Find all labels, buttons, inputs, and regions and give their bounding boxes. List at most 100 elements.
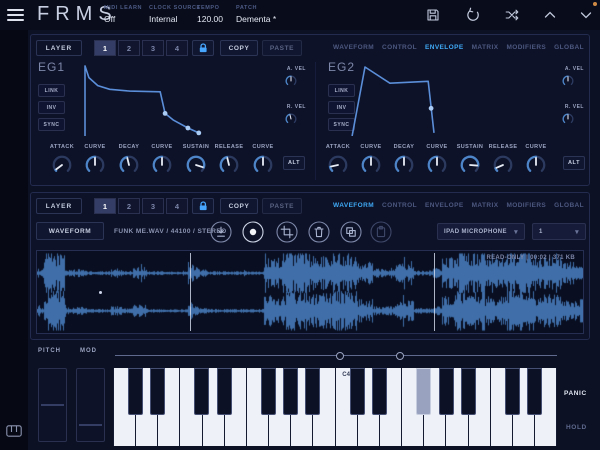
- layer-button-1[interactable]: 1: [94, 198, 116, 214]
- tab-matrix-2[interactable]: MATRIX: [472, 202, 499, 209]
- sustain-knob-eg2[interactable]: [458, 153, 482, 182]
- black-key-D#3[interactable]: [217, 368, 232, 415]
- release-knob-eg2[interactable]: [491, 153, 515, 182]
- link-toggle-eg1[interactable]: LINK: [38, 84, 65, 97]
- copy-button-2[interactable]: COPY: [220, 198, 258, 214]
- paste-button-1[interactable]: PASTE: [262, 40, 302, 56]
- black-key-G#3[interactable]: [283, 368, 298, 415]
- random-icon[interactable]: [504, 7, 520, 23]
- decay-knob-eg2[interactable]: [392, 153, 416, 182]
- layer-button-4[interactable]: 4: [166, 40, 188, 56]
- black-key-D#5[interactable]: [527, 368, 542, 415]
- layer-button-3[interactable]: 3: [142, 198, 164, 214]
- tempo-field[interactable]: TEMPO 120.00: [197, 5, 223, 24]
- lock-button-2[interactable]: [192, 198, 214, 214]
- layer-button-2[interactable]: 2: [118, 40, 140, 56]
- paste-icon[interactable]: [370, 221, 392, 243]
- eg1-envelope-graph[interactable]: [80, 63, 278, 136]
- waveform-marker-1[interactable]: [190, 253, 191, 331]
- black-key-A#4[interactable]: [461, 368, 476, 415]
- menu-icon[interactable]: [7, 9, 24, 21]
- inv-toggle-eg1[interactable]: INV: [38, 101, 65, 114]
- undo-icon[interactable]: [465, 7, 481, 23]
- tab-modifiers-1[interactable]: MODIFIERS: [506, 44, 546, 51]
- waveform-section-button[interactable]: WAVEFORM: [36, 222, 104, 240]
- decay-knob-eg1[interactable]: [117, 153, 141, 182]
- black-key-G#4[interactable]: [439, 368, 454, 415]
- lock-button-1[interactable]: [192, 40, 214, 56]
- layer-button-1[interactable]: 1: [94, 40, 116, 56]
- release-knob-label-eg2: RELEASE: [486, 144, 520, 150]
- import-icon[interactable]: [210, 221, 232, 243]
- tab-control-1[interactable]: CONTROL: [382, 44, 417, 51]
- sync-toggle-eg1[interactable]: SYNC: [38, 118, 65, 131]
- waveform-marker-2[interactable]: [434, 253, 435, 331]
- waveform-display[interactable]: READ-ONLY | 00:02 | 371 KB: [36, 250, 584, 334]
- layer-label-2: LAYER: [36, 198, 82, 214]
- paste-button-2[interactable]: PASTE: [262, 198, 302, 214]
- a-vel-knob-eg2[interactable]: [561, 74, 575, 93]
- save-icon[interactable]: [425, 7, 441, 23]
- tab-waveform-2[interactable]: WAVEFORM: [333, 202, 374, 209]
- tab-matrix-1[interactable]: MATRIX: [472, 44, 499, 51]
- keyboard-toggle-icon[interactable]: [6, 424, 22, 442]
- range-handle-2[interactable]: [396, 352, 404, 360]
- hold-button[interactable]: HOLD: [566, 424, 587, 431]
- tab-control-2[interactable]: CONTROL: [382, 202, 417, 209]
- tab-modifiers-2[interactable]: MODIFIERS: [506, 202, 546, 209]
- r-vel-knob-eg1[interactable]: [284, 112, 298, 131]
- curve-knob-eg1[interactable]: [150, 153, 174, 182]
- attack-knob-eg1[interactable]: [50, 153, 74, 182]
- chevron-down-icon: ▾: [575, 228, 579, 236]
- mod-wheel[interactable]: [76, 368, 105, 442]
- release-knob-eg1[interactable]: [217, 153, 241, 182]
- tab-global-1[interactable]: GLOBAL: [554, 44, 584, 51]
- crop-icon[interactable]: [276, 221, 298, 243]
- a-vel-knob-eg1[interactable]: [284, 74, 298, 93]
- curve-knob-eg2[interactable]: [524, 153, 548, 182]
- black-key-D#4[interactable]: [372, 368, 387, 415]
- curve-knob-eg1[interactable]: [251, 153, 275, 182]
- layer-label-1: LAYER: [36, 40, 82, 56]
- input-source-select[interactable]: IPAD MICROPHONE ▾: [437, 223, 525, 240]
- layer-button-3[interactable]: 3: [142, 40, 164, 56]
- duplicate-icon[interactable]: [340, 221, 362, 243]
- patch-field[interactable]: PATCH Dementa *: [236, 5, 276, 24]
- alt-button-eg1[interactable]: ALT: [283, 156, 305, 170]
- tab-envelope-1[interactable]: ENVELOPE: [425, 44, 464, 51]
- tab-global-2[interactable]: GLOBAL: [554, 202, 584, 209]
- decay-knob-label-eg2: DECAY: [387, 144, 421, 150]
- chevron-up-icon[interactable]: [542, 7, 558, 23]
- curve-knob-eg2[interactable]: [425, 153, 449, 182]
- layer-button-4[interactable]: 4: [166, 198, 188, 214]
- pitch-wheel[interactable]: [38, 368, 67, 442]
- black-key-C#5[interactable]: [505, 368, 520, 415]
- alt-button-eg2[interactable]: ALT: [563, 156, 585, 170]
- copy-button-1[interactable]: COPY: [220, 40, 258, 56]
- curve-knob-eg1[interactable]: [83, 153, 107, 182]
- black-key-G#2[interactable]: [128, 368, 143, 415]
- record-icon[interactable]: [242, 221, 264, 243]
- black-key-F#3[interactable]: [261, 368, 276, 415]
- curve-knob-eg2[interactable]: [359, 153, 383, 182]
- tab-waveform-1[interactable]: WAVEFORM: [333, 44, 374, 51]
- chevron-down-icon[interactable]: [578, 7, 594, 23]
- black-key-C#4[interactable]: [350, 368, 365, 415]
- black-key-A#2[interactable]: [150, 368, 165, 415]
- channel-select[interactable]: 1 ▾: [532, 223, 586, 240]
- waveform-canvas[interactable]: [37, 251, 583, 333]
- eg2-envelope-graph[interactable]: [345, 63, 553, 136]
- attack-knob-eg2[interactable]: [326, 153, 350, 182]
- layer-button-2[interactable]: 2: [118, 198, 140, 214]
- sustain-knob-eg1[interactable]: [184, 153, 208, 182]
- black-key-A#3[interactable]: [305, 368, 320, 415]
- panic-button[interactable]: PANIC: [564, 390, 587, 397]
- midi-learn-field[interactable]: MIDI LEARN Off: [104, 5, 142, 24]
- tab-envelope-2[interactable]: ENVELOPE: [425, 202, 464, 209]
- r-vel-knob-eg2[interactable]: [561, 112, 575, 131]
- black-key-C#3[interactable]: [194, 368, 209, 415]
- range-handle-1[interactable]: [336, 352, 344, 360]
- clock-source-field[interactable]: CLOCK SOURCE Internal: [149, 5, 201, 24]
- black-key-F#4-pressed[interactable]: [416, 368, 431, 415]
- delete-icon[interactable]: [308, 221, 330, 243]
